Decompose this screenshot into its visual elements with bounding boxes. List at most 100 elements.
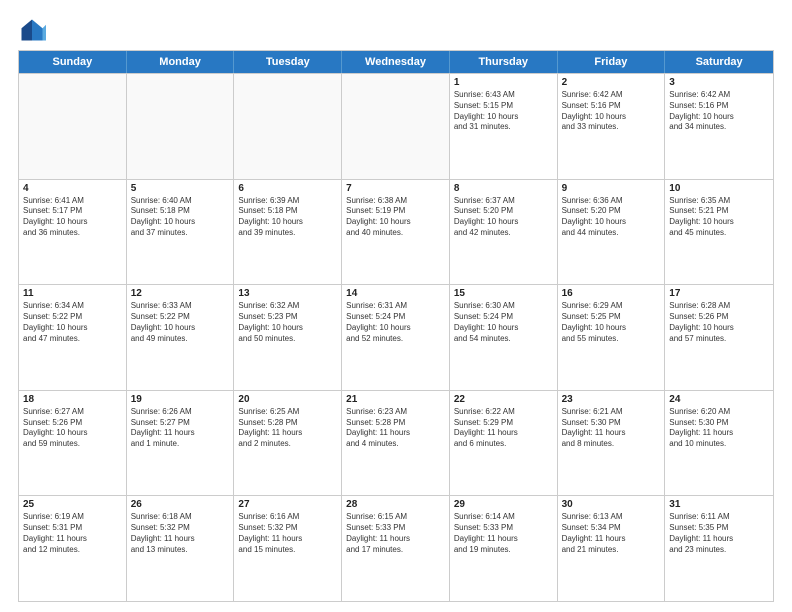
- calendar-cell: 13 Sunrise: 6:32 AM Sunset: 5:23 PM Dayli…: [234, 285, 342, 390]
- calendar-cell: 6 Sunrise: 6:39 AM Sunset: 5:18 PM Daylig…: [234, 180, 342, 285]
- calendar-header-friday: Friday: [558, 51, 666, 73]
- calendar-cell: 31 Sunrise: 6:11 AM Sunset: 5:35 PM Dayli…: [665, 496, 773, 601]
- cell-text: Sunrise: 6:22 AM Sunset: 5:29 PM Dayligh…: [454, 407, 553, 450]
- cell-text: Sunrise: 6:38 AM Sunset: 5:19 PM Dayligh…: [346, 196, 445, 239]
- day-number: 10: [669, 183, 769, 194]
- calendar-cell: 22 Sunrise: 6:22 AM Sunset: 5:29 PM Dayli…: [450, 391, 558, 496]
- day-number: 9: [562, 183, 661, 194]
- cell-text: Sunrise: 6:20 AM Sunset: 5:30 PM Dayligh…: [669, 407, 769, 450]
- day-number: 17: [669, 288, 769, 299]
- calendar-cell: 30 Sunrise: 6:13 AM Sunset: 5:34 PM Dayli…: [558, 496, 666, 601]
- calendar-cell: 5Sunrise: 6:40 AM Sunset: 5:18 PM Daylig…: [127, 180, 235, 285]
- header: [18, 16, 774, 44]
- calendar-cell: 8 Sunrise: 6:37 AM Sunset: 5:20 PM Daylig…: [450, 180, 558, 285]
- day-number: 21: [346, 394, 445, 405]
- cell-text: Sunrise: 6:33 AM Sunset: 5:22 PM Dayligh…: [131, 301, 230, 344]
- day-number: 4: [23, 183, 122, 194]
- calendar-header-sunday: Sunday: [19, 51, 127, 73]
- day-number: 27: [238, 499, 337, 510]
- cell-text: Sunrise: 6:42 AM Sunset: 5:16 PM Dayligh…: [562, 90, 661, 133]
- cell-text: Sunrise: 6:35 AM Sunset: 5:21 PM Dayligh…: [669, 196, 769, 239]
- calendar-cell: 17Sunrise: 6:28 AM Sunset: 5:26 PM Dayli…: [665, 285, 773, 390]
- calendar-week-3: 11 Sunrise: 6:34 AM Sunset: 5:22 PM Dayli…: [19, 284, 773, 390]
- calendar-cell: 19 Sunrise: 6:26 AM Sunset: 5:27 PM Dayli…: [127, 391, 235, 496]
- calendar: SundayMondayTuesdayWednesdayThursdayFrid…: [18, 50, 774, 602]
- calendar-cell: 18 Sunrise: 6:27 AM Sunset: 5:26 PM Dayli…: [19, 391, 127, 496]
- cell-text: Sunrise: 6:16 AM Sunset: 5:32 PM Dayligh…: [238, 512, 337, 555]
- day-number: 3: [669, 77, 769, 88]
- cell-text: Sunrise: 6:39 AM Sunset: 5:18 PM Dayligh…: [238, 196, 337, 239]
- cell-text: Sunrise: 6:15 AM Sunset: 5:33 PM Dayligh…: [346, 512, 445, 555]
- day-number: 20: [238, 394, 337, 405]
- calendar-header-wednesday: Wednesday: [342, 51, 450, 73]
- calendar-cell: 3 Sunrise: 6:42 AM Sunset: 5:16 PM Daylig…: [665, 74, 773, 179]
- calendar-cell: 25Sunrise: 6:19 AM Sunset: 5:31 PM Dayli…: [19, 496, 127, 601]
- calendar-header-monday: Monday: [127, 51, 235, 73]
- day-number: 30: [562, 499, 661, 510]
- calendar-cell: 27 Sunrise: 6:16 AM Sunset: 5:32 PM Dayli…: [234, 496, 342, 601]
- calendar-cell: 11 Sunrise: 6:34 AM Sunset: 5:22 PM Dayli…: [19, 285, 127, 390]
- calendar-week-4: 18 Sunrise: 6:27 AM Sunset: 5:26 PM Dayli…: [19, 390, 773, 496]
- calendar-week-5: 25Sunrise: 6:19 AM Sunset: 5:31 PM Dayli…: [19, 495, 773, 601]
- day-number: 28: [346, 499, 445, 510]
- cell-text: Sunrise: 6:43 AM Sunset: 5:15 PM Dayligh…: [454, 90, 553, 133]
- cell-text: Sunrise: 6:14 AM Sunset: 5:33 PM Dayligh…: [454, 512, 553, 555]
- day-number: 25: [23, 499, 122, 510]
- calendar-cell: [234, 74, 342, 179]
- calendar-cell: 12 Sunrise: 6:33 AM Sunset: 5:22 PM Dayli…: [127, 285, 235, 390]
- day-number: 19: [131, 394, 230, 405]
- calendar-cell: [342, 74, 450, 179]
- calendar-header-thursday: Thursday: [450, 51, 558, 73]
- calendar-week-2: 4 Sunrise: 6:41 AM Sunset: 5:17 PM Daylig…: [19, 179, 773, 285]
- day-number: 16: [562, 288, 661, 299]
- day-number: 11: [23, 288, 122, 299]
- day-number: 12: [131, 288, 230, 299]
- cell-text: Sunrise: 6:21 AM Sunset: 5:30 PM Dayligh…: [562, 407, 661, 450]
- calendar-cell: 21 Sunrise: 6:23 AM Sunset: 5:28 PM Dayli…: [342, 391, 450, 496]
- calendar-week-1: 1 Sunrise: 6:43 AM Sunset: 5:15 PM Daylig…: [19, 73, 773, 179]
- calendar-cell: 24Sunrise: 6:20 AM Sunset: 5:30 PM Dayli…: [665, 391, 773, 496]
- cell-text: Sunrise: 6:34 AM Sunset: 5:22 PM Dayligh…: [23, 301, 122, 344]
- cell-text: Sunrise: 6:27 AM Sunset: 5:26 PM Dayligh…: [23, 407, 122, 450]
- calendar-cell: 1 Sunrise: 6:43 AM Sunset: 5:15 PM Daylig…: [450, 74, 558, 179]
- cell-text: Sunrise: 6:23 AM Sunset: 5:28 PM Dayligh…: [346, 407, 445, 450]
- day-number: 1: [454, 77, 553, 88]
- day-number: 31: [669, 499, 769, 510]
- day-number: 2: [562, 77, 661, 88]
- day-number: 6: [238, 183, 337, 194]
- logo-icon: [18, 16, 46, 44]
- day-number: 8: [454, 183, 553, 194]
- calendar-cell: 15Sunrise: 6:30 AM Sunset: 5:24 PM Dayli…: [450, 285, 558, 390]
- cell-text: Sunrise: 6:37 AM Sunset: 5:20 PM Dayligh…: [454, 196, 553, 239]
- cell-text: Sunrise: 6:13 AM Sunset: 5:34 PM Dayligh…: [562, 512, 661, 555]
- day-number: 13: [238, 288, 337, 299]
- day-number: 22: [454, 394, 553, 405]
- day-number: 7: [346, 183, 445, 194]
- logo: [18, 16, 50, 44]
- calendar-cell: 16Sunrise: 6:29 AM Sunset: 5:25 PM Dayli…: [558, 285, 666, 390]
- calendar-cell: 26Sunrise: 6:18 AM Sunset: 5:32 PM Dayli…: [127, 496, 235, 601]
- cell-text: Sunrise: 6:11 AM Sunset: 5:35 PM Dayligh…: [669, 512, 769, 555]
- calendar-cell: 28 Sunrise: 6:15 AM Sunset: 5:33 PM Dayli…: [342, 496, 450, 601]
- cell-text: Sunrise: 6:42 AM Sunset: 5:16 PM Dayligh…: [669, 90, 769, 133]
- cell-text: Sunrise: 6:40 AM Sunset: 5:18 PM Dayligh…: [131, 196, 230, 239]
- cell-text: Sunrise: 6:30 AM Sunset: 5:24 PM Dayligh…: [454, 301, 553, 344]
- cell-text: Sunrise: 6:26 AM Sunset: 5:27 PM Dayligh…: [131, 407, 230, 450]
- cell-text: Sunrise: 6:32 AM Sunset: 5:23 PM Dayligh…: [238, 301, 337, 344]
- cell-text: Sunrise: 6:36 AM Sunset: 5:20 PM Dayligh…: [562, 196, 661, 239]
- day-number: 18: [23, 394, 122, 405]
- calendar-cell: [19, 74, 127, 179]
- page: SundayMondayTuesdayWednesdayThursdayFrid…: [0, 0, 792, 612]
- calendar-cell: 2 Sunrise: 6:42 AM Sunset: 5:16 PM Daylig…: [558, 74, 666, 179]
- calendar-cell: 4 Sunrise: 6:41 AM Sunset: 5:17 PM Daylig…: [19, 180, 127, 285]
- cell-text: Sunrise: 6:18 AM Sunset: 5:32 PM Dayligh…: [131, 512, 230, 555]
- day-number: 29: [454, 499, 553, 510]
- calendar-body: 1 Sunrise: 6:43 AM Sunset: 5:15 PM Daylig…: [19, 73, 773, 601]
- calendar-cell: 23Sunrise: 6:21 AM Sunset: 5:30 PM Dayli…: [558, 391, 666, 496]
- calendar-cell: 7 Sunrise: 6:38 AM Sunset: 5:19 PM Daylig…: [342, 180, 450, 285]
- calendar-cell: [127, 74, 235, 179]
- cell-text: Sunrise: 6:41 AM Sunset: 5:17 PM Dayligh…: [23, 196, 122, 239]
- calendar-cell: 14Sunrise: 6:31 AM Sunset: 5:24 PM Dayli…: [342, 285, 450, 390]
- calendar-header-saturday: Saturday: [665, 51, 773, 73]
- calendar-cell: 10 Sunrise: 6:35 AM Sunset: 5:21 PM Dayli…: [665, 180, 773, 285]
